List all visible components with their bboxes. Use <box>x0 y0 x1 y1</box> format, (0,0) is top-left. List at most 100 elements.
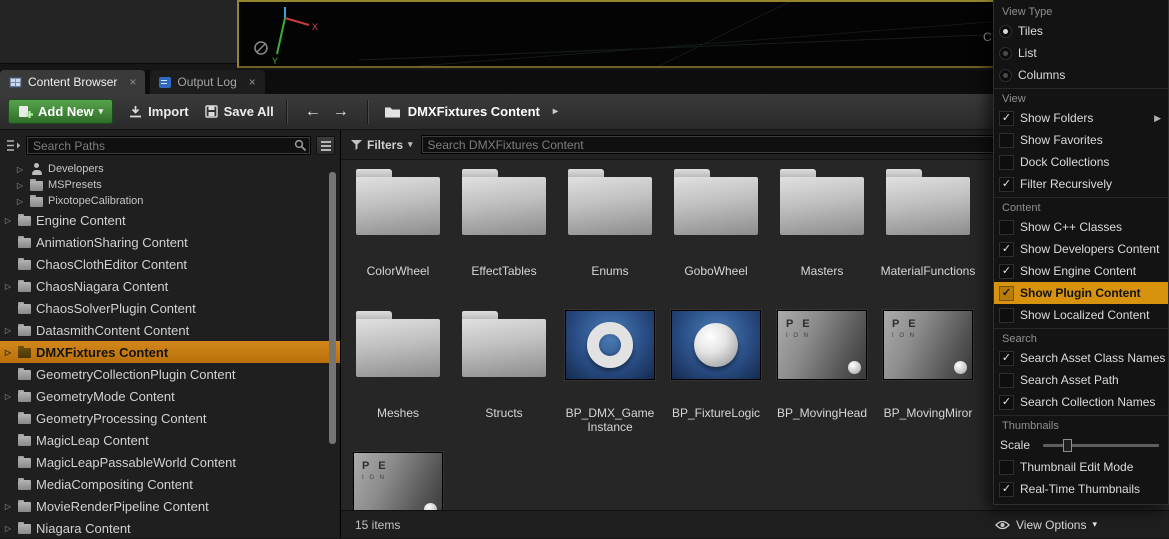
tree-item-geometryprocessing-content[interactable]: GeometryProcessing Content <box>0 407 340 429</box>
menu-item-search-asset-class-names[interactable]: Search Asset Class Names <box>994 347 1168 369</box>
folder-tile-colorwheel[interactable]: ColorWheel <box>353 168 443 296</box>
checkbox-filter-recursively[interactable] <box>1000 178 1013 191</box>
folder-tile-gobowheel[interactable]: GoboWheel <box>671 168 761 296</box>
menu-item-show-c-classes[interactable]: Show C++ Classes <box>994 216 1168 238</box>
folder-tile-masters[interactable]: Masters <box>777 168 867 296</box>
menu-item-search-collection-names[interactable]: Search Collection Names <box>994 391 1168 413</box>
menu-item-show-folders[interactable]: Show Folders ▶ <box>994 107 1168 129</box>
menu-item-search-asset-path[interactable]: Search Asset Path <box>994 369 1168 391</box>
back-arrow-button[interactable]: ← <box>305 103 321 121</box>
radio-columns[interactable] <box>1000 70 1011 81</box>
expand-arrow-icon[interactable]: ▷ <box>15 165 25 174</box>
checkbox-thumbnail-edit-mode[interactable] <box>1000 461 1013 474</box>
menu-item-filter-recursively[interactable]: Filter Recursively <box>994 173 1168 195</box>
menu-item-list[interactable]: List <box>994 42 1168 64</box>
checkbox-search-asset-class-names[interactable] <box>1000 352 1013 365</box>
menu-item-scale[interactable]: Scale <box>994 434 1168 456</box>
checkbox-show-c-classes[interactable] <box>1000 221 1013 234</box>
menu-item-show-engine-content[interactable]: Show Engine Content <box>994 260 1168 282</box>
asset-tile-bp-fixturelogic[interactable]: BP_FixtureLogic <box>671 310 761 438</box>
thumbnail-scale-slider[interactable] <box>1043 444 1159 447</box>
tree-item-pixotopecalibration[interactable]: ▷ PixotopeCalibration <box>0 193 340 209</box>
checkbox-show-plugin-content[interactable] <box>1000 287 1013 300</box>
tree-item-chaosniagara-content[interactable]: ▷ ChaosNiagara Content <box>0 275 340 297</box>
menu-item-show-developers-content[interactable]: Show Developers Content <box>994 238 1168 260</box>
breadcrumb-next-icon[interactable]: ▸ <box>553 106 558 117</box>
tree-item-magicleappassableworld-content[interactable]: MagicLeapPassableWorld Content <box>0 451 340 473</box>
checkbox-show-developers-content[interactable] <box>1000 243 1013 256</box>
asset-tile-untitled[interactable]: P EI O N <box>353 452 443 510</box>
tree-item-mspresets[interactable]: ▷ MSPresets <box>0 177 340 193</box>
asset-tile-bp-movingmiror[interactable]: P EI O N BP_MovingMiror <box>883 310 973 438</box>
axis-y-label: Y <box>272 56 278 66</box>
breadcrumb[interactable]: DMXFixtures Content ▸ <box>384 104 558 119</box>
tree-item-icon-slot <box>17 478 32 490</box>
close-tab-icon[interactable]: × <box>129 75 136 89</box>
radio-tiles[interactable] <box>1000 26 1011 37</box>
slider-thumb[interactable] <box>1063 439 1072 452</box>
close-tab-icon[interactable]: × <box>249 75 256 89</box>
folder-tile-structs[interactable]: Structs <box>459 310 549 438</box>
folder-icon <box>18 392 31 402</box>
tree-scrollbar[interactable] <box>329 172 336 444</box>
checkbox-search-collection-names[interactable] <box>1000 396 1013 409</box>
folder-tile-materialfunctions[interactable]: MaterialFunctions <box>883 168 973 296</box>
expand-arrow-icon[interactable]: ▷ <box>3 348 13 357</box>
menu-item-show-localized-content[interactable]: Show Localized Content <box>994 304 1168 326</box>
menu-item-thumbnail-edit-mode[interactable]: Thumbnail Edit Mode <box>994 456 1168 478</box>
tree-item-engine-content[interactable]: ▷ Engine Content <box>0 209 340 231</box>
expand-arrow-icon[interactable]: ▷ <box>3 282 13 291</box>
tree-item-geometrycollectionplugin-content[interactable]: GeometryCollectionPlugin Content <box>0 363 340 385</box>
checkbox-dock-collections[interactable] <box>1000 156 1013 169</box>
tree-view-options-button[interactable] <box>316 136 335 155</box>
expand-arrow-icon[interactable]: ▷ <box>3 502 13 511</box>
expand-arrow-icon[interactable]: ▷ <box>15 181 25 190</box>
forward-arrow-button[interactable]: → <box>333 103 349 121</box>
add-new-button[interactable]: Add New ▾ <box>8 99 113 124</box>
checkbox-real-time-thumbnails[interactable] <box>1000 483 1013 496</box>
tab-content-browser[interactable]: Content Browser × <box>0 70 145 94</box>
checkbox-show-engine-content[interactable] <box>1000 265 1013 278</box>
tree-item-movierenderpipeline-content[interactable]: ▷ MovieRenderPipeline Content <box>0 495 340 517</box>
menu-item-columns[interactable]: Columns <box>994 64 1168 86</box>
expand-arrow-icon[interactable]: ▷ <box>3 524 13 533</box>
tree-item-developers[interactable]: ▷ Developers <box>0 161 340 177</box>
tree-item-datasmithcontent-content[interactable]: ▷ DatasmithContent Content <box>0 319 340 341</box>
asset-tile-bp-dmx-game-instance[interactable]: BP_DMX_Game Instance <box>565 310 655 438</box>
folder-tile-enums[interactable]: Enums <box>565 168 655 296</box>
menu-item-show-favorites[interactable]: Show Favorites <box>994 129 1168 151</box>
tree-item-icon-slot <box>29 195 44 207</box>
expand-arrow-icon[interactable]: ▷ <box>15 197 25 206</box>
checkbox-show-localized-content[interactable] <box>1000 309 1013 322</box>
sources-toggle-icon[interactable] <box>5 138 21 153</box>
tree-item-niagara-content[interactable]: ▷ Niagara Content <box>0 517 340 539</box>
import-button[interactable]: Import <box>129 104 188 119</box>
checkbox-search-asset-path[interactable] <box>1000 374 1013 387</box>
tree-item-animationsharing-content[interactable]: AnimationSharing Content <box>0 231 340 253</box>
tree-item-label: GeometryCollectionPlugin Content <box>36 367 235 382</box>
menu-item-tiles[interactable]: Tiles <box>994 20 1168 42</box>
tree-item-magicleap-content[interactable]: MagicLeap Content <box>0 429 340 451</box>
checkbox-show-folders[interactable] <box>1000 112 1013 125</box>
tab-output-log[interactable]: Output Log × <box>150 70 264 94</box>
menu-item-real-time-thumbnails[interactable]: Real-Time Thumbnails <box>994 478 1168 500</box>
expand-arrow-icon[interactable]: ▷ <box>3 216 13 225</box>
tree-item-chaossolverplugin-content[interactable]: ChaosSolverPlugin Content <box>0 297 340 319</box>
filters-button[interactable]: Filters ▾ <box>351 138 413 152</box>
folder-tile-meshes[interactable]: Meshes <box>353 310 443 438</box>
folder-tile-effecttables[interactable]: EffectTables <box>459 168 549 296</box>
checkbox-show-favorites[interactable] <box>1000 134 1013 147</box>
expand-arrow-icon[interactable]: ▷ <box>3 326 13 335</box>
asset-tile-bp-movinghead[interactable]: P EI O N BP_MovingHead <box>777 310 867 438</box>
tree-item-mediacompositing-content[interactable]: MediaCompositing Content <box>0 473 340 495</box>
tree-item-dmxfixtures-content[interactable]: ▷ DMXFixtures Content <box>0 341 340 363</box>
tree-item-geometrymode-content[interactable]: ▷ GeometryMode Content <box>0 385 340 407</box>
radio-list[interactable] <box>1000 48 1011 59</box>
tree-item-chaosclotheditor-content[interactable]: ChaosClothEditor Content <box>0 253 340 275</box>
expand-arrow-icon[interactable]: ▷ <box>3 392 13 401</box>
menu-item-show-plugin-content[interactable]: Show Plugin Content <box>994 282 1168 304</box>
view-options-button[interactable]: View Options ▾ <box>995 518 1097 532</box>
save-all-button[interactable]: Save All <box>205 104 274 119</box>
search-paths-input[interactable] <box>26 136 311 155</box>
menu-item-dock-collections[interactable]: Dock Collections <box>994 151 1168 173</box>
